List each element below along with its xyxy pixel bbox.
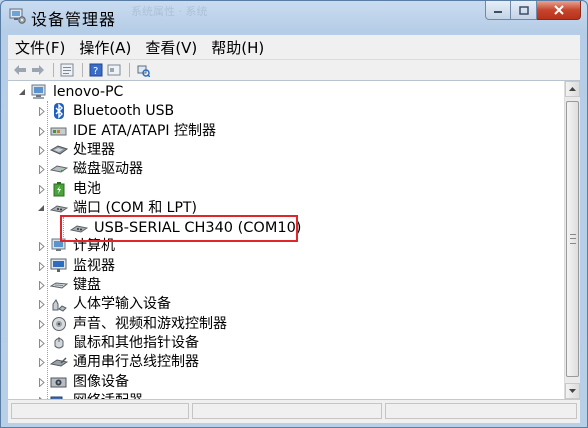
properties-icon[interactable] xyxy=(59,62,75,78)
device-category-label: 监视器 xyxy=(73,258,115,274)
collapse-arrow-icon[interactable] xyxy=(38,204,45,213)
battery-icon xyxy=(50,181,68,197)
device-category-row[interactable]: 鼠标和其他指针设备 xyxy=(8,334,548,353)
device-category-label: 网络适配器 xyxy=(73,392,143,399)
device-category-label: 电池 xyxy=(73,181,101,197)
device-category-row[interactable]: 电池 xyxy=(8,180,548,199)
toolbar-divider xyxy=(129,63,130,77)
arrow-down-icon xyxy=(569,389,576,393)
device-category-label: Bluetooth USB xyxy=(73,103,175,119)
imaging-icon xyxy=(50,374,68,390)
device-manager-window: 设备管理器 系统属性 · 系统 文件(F) 操作(A) 查看(V) 帮助(H) xyxy=(0,0,588,428)
device-category-label: 磁盘驱动器 xyxy=(73,161,143,177)
minimize-button[interactable] xyxy=(485,1,511,20)
computer-name: lenovo-PC xyxy=(53,84,124,100)
toolbar-divider xyxy=(82,63,83,77)
device-category-row[interactable]: 通用串行总线控制器 xyxy=(8,353,548,372)
menu-help[interactable]: 帮助(H) xyxy=(204,37,271,58)
device-category-row[interactable]: Bluetooth USB xyxy=(8,102,548,121)
toolbar: ? xyxy=(8,59,580,81)
menu-file[interactable]: 文件(F) xyxy=(8,37,72,58)
device-category-label: 人体学输入设备 xyxy=(73,296,171,312)
expand-arrow-icon[interactable] xyxy=(38,358,45,367)
status-pane-tertiary xyxy=(385,403,577,419)
monitor-icon xyxy=(50,258,68,274)
bluetooth-icon xyxy=(50,103,68,119)
expand-arrow-icon[interactable] xyxy=(38,339,45,348)
scroll-up-button[interactable] xyxy=(565,81,580,97)
scroll-thumb[interactable] xyxy=(566,101,579,377)
device-category-row[interactable]: IDE ATA/ATAPI 控制器 xyxy=(8,122,548,141)
window-controls xyxy=(485,1,581,21)
vertical-scrollbar[interactable] xyxy=(564,81,580,399)
device-category-row[interactable]: 监视器 xyxy=(8,257,548,276)
scroll-grip-icon xyxy=(570,234,576,244)
device-category-label: 处理器 xyxy=(73,142,115,158)
status-pane-main xyxy=(11,403,189,419)
device-category-label: 键盘 xyxy=(73,277,101,293)
status-bar xyxy=(8,399,580,423)
expand-arrow-icon[interactable] xyxy=(38,242,45,251)
forward-icon[interactable] xyxy=(30,62,46,78)
device-category-label: 声音、视频和游戏控制器 xyxy=(73,316,227,332)
close-icon xyxy=(553,5,564,15)
usb-controller-icon xyxy=(50,354,68,370)
expand-arrow-icon[interactable] xyxy=(38,262,45,271)
close-button[interactable] xyxy=(537,1,581,20)
disk-drive-icon xyxy=(50,161,68,177)
device-category-label: 图像设备 xyxy=(73,374,129,390)
ide-controller-icon xyxy=(50,123,68,139)
expand-arrow-icon[interactable] xyxy=(38,300,45,309)
help-icon[interactable]: ? xyxy=(88,62,104,78)
device-category-label: 鼠标和其他指针设备 xyxy=(73,335,199,351)
tree-root[interactable]: lenovo-PC xyxy=(8,83,308,102)
arrow-up-icon xyxy=(569,87,576,91)
device-tree[interactable]: lenovo-PC Bluetooth USB IDE ATA/ATAPI 控制器… xyxy=(8,81,564,399)
expand-arrow-icon[interactable] xyxy=(38,165,45,174)
title-bar[interactable]: 设备管理器 系统属性 · 系统 xyxy=(1,1,587,31)
device-category-label: 通用串行总线控制器 xyxy=(73,354,199,370)
device-manager-icon xyxy=(9,7,26,24)
minimize-icon xyxy=(494,11,502,13)
maximize-button[interactable] xyxy=(511,1,537,20)
scroll-down-button[interactable] xyxy=(565,383,580,399)
keyboard-icon xyxy=(50,277,68,293)
expand-arrow-icon[interactable] xyxy=(38,378,45,387)
scan-hardware-icon[interactable] xyxy=(135,62,151,78)
device-category-row[interactable]: 处理器 xyxy=(8,141,548,160)
annotation-highlight-box xyxy=(60,215,298,242)
sound-icon xyxy=(50,316,68,332)
back-icon[interactable] xyxy=(12,62,28,78)
toolbar-divider xyxy=(53,63,54,77)
menu-bar: 文件(F) 操作(A) 查看(V) 帮助(H) xyxy=(8,35,580,59)
device-category-row[interactable]: 网络适配器 xyxy=(8,392,548,399)
expand-arrow-icon[interactable] xyxy=(38,185,45,194)
status-pane-secondary xyxy=(192,403,382,419)
hid-icon xyxy=(50,296,68,312)
background-window-titles: 系统属性 · 系统 xyxy=(131,5,208,18)
mouse-icon xyxy=(50,335,68,351)
device-category-row[interactable]: 磁盘驱动器 xyxy=(8,160,548,179)
device-category-row[interactable]: 图像设备 xyxy=(8,373,548,392)
device-category-label: IDE ATA/ATAPI 控制器 xyxy=(73,123,217,139)
device-category-row[interactable]: 声音、视频和游戏控制器 xyxy=(8,315,548,334)
maximize-icon xyxy=(518,5,529,15)
device-category-row[interactable]: 键盘 xyxy=(8,276,548,295)
collapse-arrow-icon[interactable] xyxy=(19,88,26,97)
expand-arrow-icon[interactable] xyxy=(38,127,45,136)
expand-arrow-icon[interactable] xyxy=(38,146,45,155)
expand-arrow-icon[interactable] xyxy=(38,281,45,290)
menu-action[interactable]: 操作(A) xyxy=(72,37,138,58)
port-icon xyxy=(50,200,68,216)
expand-arrow-icon[interactable] xyxy=(38,320,45,329)
view-icon[interactable] xyxy=(106,62,122,78)
processor-icon xyxy=(50,142,68,158)
device-category-row[interactable]: 人体学输入设备 xyxy=(8,295,548,314)
window-title: 设备管理器 xyxy=(31,10,117,29)
svg-text:?: ? xyxy=(93,66,98,77)
computer-icon xyxy=(30,84,48,100)
menu-view[interactable]: 查看(V) xyxy=(138,37,204,58)
expand-arrow-icon[interactable] xyxy=(38,107,45,116)
